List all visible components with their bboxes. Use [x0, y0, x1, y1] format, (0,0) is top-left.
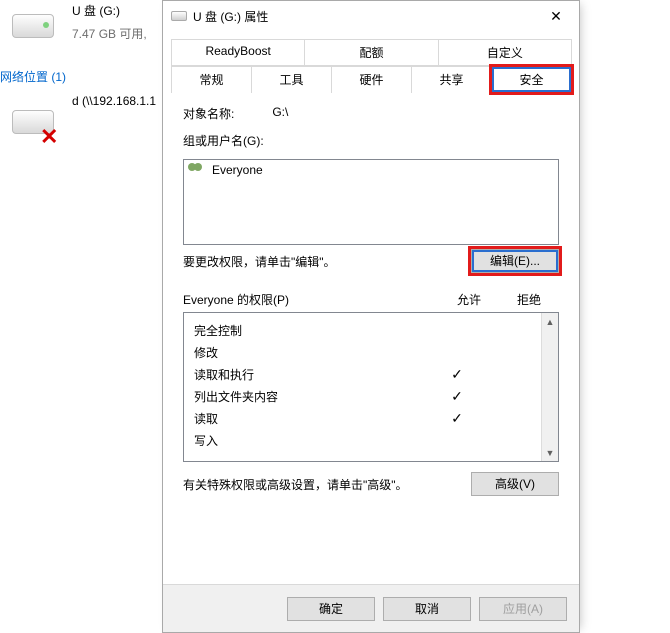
advanced-button[interactable]: 高级(V)	[471, 472, 559, 496]
permission-allow-check: ✓	[429, 366, 485, 383]
titlebar[interactable]: U 盘 (G:) 属性 ✕	[163, 1, 579, 31]
permission-name: 写入	[194, 432, 429, 449]
tab-security[interactable]: 安全	[491, 66, 572, 93]
close-button[interactable]: ✕	[533, 1, 579, 31]
group-icon	[188, 163, 206, 177]
drive-icon	[12, 14, 54, 38]
tab-readyboost[interactable]: ReadyBoost	[171, 39, 305, 65]
column-deny: 拒绝	[499, 291, 559, 308]
scroll-up-icon[interactable]: ▲	[542, 313, 558, 330]
network-location-header[interactable]: 网络位置 (1)	[0, 68, 66, 85]
permission-name: 完全控制	[194, 322, 429, 339]
drive-small-icon	[171, 11, 187, 21]
group-item-everyone[interactable]: Everyone	[186, 162, 556, 178]
groups-label: 组或用户名(G):	[183, 132, 559, 149]
advanced-hint: 有关特殊权限或高级设置，请单击"高级"。	[183, 476, 408, 493]
object-name-label: 对象名称:	[183, 105, 234, 122]
network-drive-label: d (\\192.168.1.1	[6, 94, 156, 108]
permission-name: 读取	[194, 410, 429, 427]
permissions-listbox[interactable]: 完全控制修改读取和执行✓列出文件夹内容✓读取✓写入 ▲ ▼	[183, 312, 559, 462]
permission-name: 列出文件夹内容	[194, 388, 429, 405]
cancel-button[interactable]: 取消	[383, 597, 471, 621]
edit-button[interactable]: 编辑(E)...	[471, 249, 559, 273]
edit-hint: 要更改权限，请单击"编辑"。	[183, 253, 336, 270]
scrollbar[interactable]: ▲ ▼	[541, 313, 558, 461]
permission-row: 完全控制	[194, 319, 531, 341]
tab-customize[interactable]: 自定义	[438, 39, 572, 65]
network-drive-item[interactable]: d (\\192.168.1.1	[6, 94, 156, 108]
scroll-down-icon[interactable]: ▼	[542, 444, 558, 461]
dialog-footer: 确定 取消 应用(A)	[163, 584, 579, 632]
tab-quota[interactable]: 配额	[304, 39, 438, 65]
object-name-value: G:\	[272, 105, 288, 122]
disconnected-icon: ✕	[40, 124, 58, 150]
tab-tools[interactable]: 工具	[251, 66, 332, 93]
apply-button[interactable]: 应用(A)	[479, 597, 567, 621]
permission-allow-check: ✓	[429, 410, 485, 427]
properties-dialog: U 盘 (G:) 属性 ✕ ReadyBoost 配额 自定义 常规 工具 硬件…	[162, 0, 580, 633]
tab-general[interactable]: 常规	[171, 66, 252, 93]
permissions-header: Everyone 的权限(P)	[183, 291, 439, 308]
tab-sharing[interactable]: 共享	[411, 66, 492, 93]
permission-row: 读取✓	[194, 407, 531, 429]
security-panel: 对象名称: G:\ 组或用户名(G): Everyone 要更改权限，请单击"编…	[163, 93, 579, 496]
permission-row: 读取和执行✓	[194, 363, 531, 385]
column-allow: 允许	[439, 291, 499, 308]
permission-row: 列出文件夹内容✓	[194, 385, 531, 407]
tab-strip: ReadyBoost 配额 自定义 常规 工具 硬件 共享 安全	[163, 31, 579, 93]
tab-hardware[interactable]: 硬件	[331, 66, 412, 93]
ok-button[interactable]: 确定	[287, 597, 375, 621]
group-item-label: Everyone	[212, 163, 263, 177]
permission-name: 修改	[194, 344, 429, 361]
permission-name: 读取和执行	[194, 366, 429, 383]
permission-row: 写入	[194, 429, 531, 451]
dialog-title: U 盘 (G:) 属性	[193, 8, 533, 25]
object-name-row: 对象名称: G:\	[183, 105, 559, 122]
groups-listbox[interactable]: Everyone	[183, 159, 559, 245]
permission-row: 修改	[194, 341, 531, 363]
permission-allow-check: ✓	[429, 388, 485, 405]
